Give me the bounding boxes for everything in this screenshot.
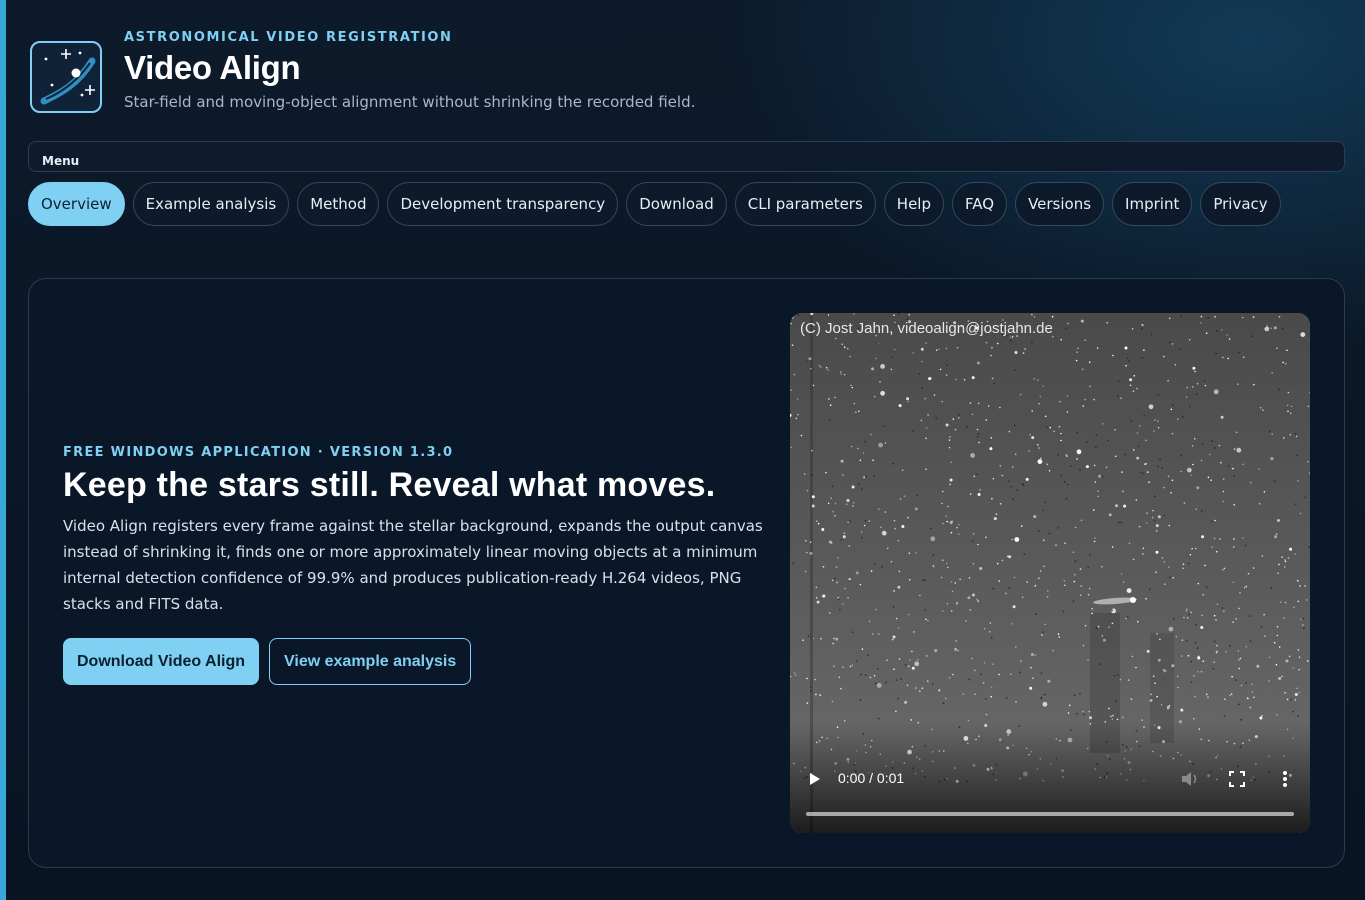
- nav-method[interactable]: Method: [297, 182, 380, 226]
- left-accent-bar: [0, 0, 6, 900]
- view-example-button[interactable]: View example analysis: [269, 638, 472, 685]
- nav-imprint[interactable]: Imprint: [1112, 182, 1193, 226]
- volume-icon[interactable]: [1180, 770, 1200, 788]
- nav-download[interactable]: Download: [626, 182, 727, 226]
- menu-toggle[interactable]: Menu: [28, 141, 1345, 172]
- hero-copy: FREE WINDOWS APPLICATION · VERSION 1.3.0…: [63, 445, 763, 685]
- hero-headline: Keep the stars still. Reveal what moves.: [63, 466, 716, 504]
- nav-development-transparency[interactable]: Development transparency: [387, 182, 619, 226]
- video-player[interactable]: (C) Jost Jahn, videoalign@jostjahn.de 0:…: [790, 313, 1310, 833]
- nav-help[interactable]: Help: [883, 182, 944, 226]
- hero-kicker: FREE WINDOWS APPLICATION · VERSION 1.3.0: [63, 445, 454, 460]
- video-controls: 0:00 / 0:01: [790, 763, 1310, 833]
- video-watermark: (C) Jost Jahn, videoalign@jostjahn.de: [800, 320, 1053, 337]
- download-button[interactable]: Download Video Align: [63, 638, 259, 685]
- nav-privacy[interactable]: Privacy: [1200, 182, 1281, 226]
- hero-lead: Video Align registers every frame agains…: [63, 517, 763, 613]
- more-options-icon[interactable]: [1280, 769, 1290, 789]
- nav-faq[interactable]: FAQ: [952, 182, 1008, 226]
- site-header: ASTRONOMICAL VIDEO REGISTRATION Video Al…: [30, 28, 695, 113]
- video-progress-bar[interactable]: [806, 812, 1294, 816]
- site-tagline: Star-field and moving-object alignment w…: [124, 93, 696, 111]
- site-title[interactable]: Video Align: [124, 49, 695, 87]
- video-time: 0:00 / 0:01: [838, 770, 905, 786]
- nav-overview[interactable]: Overview: [28, 182, 125, 226]
- menu-label: Menu: [42, 154, 80, 168]
- nav-cli-parameters[interactable]: CLI parameters: [734, 182, 876, 226]
- play-icon[interactable]: [808, 772, 822, 786]
- fullscreen-icon[interactable]: [1228, 770, 1246, 788]
- main-nav: Overview Example analysis Method Develop…: [28, 182, 1281, 226]
- comet-logo-icon[interactable]: [30, 41, 102, 113]
- nav-example-analysis[interactable]: Example analysis: [132, 182, 290, 226]
- nav-versions[interactable]: Versions: [1015, 182, 1105, 226]
- hero-actions: Download Video Align View example analys…: [63, 638, 763, 685]
- hero-section: FREE WINDOWS APPLICATION · VERSION 1.3.0…: [28, 278, 1345, 868]
- site-eyebrow: ASTRONOMICAL VIDEO REGISTRATION: [124, 30, 453, 45]
